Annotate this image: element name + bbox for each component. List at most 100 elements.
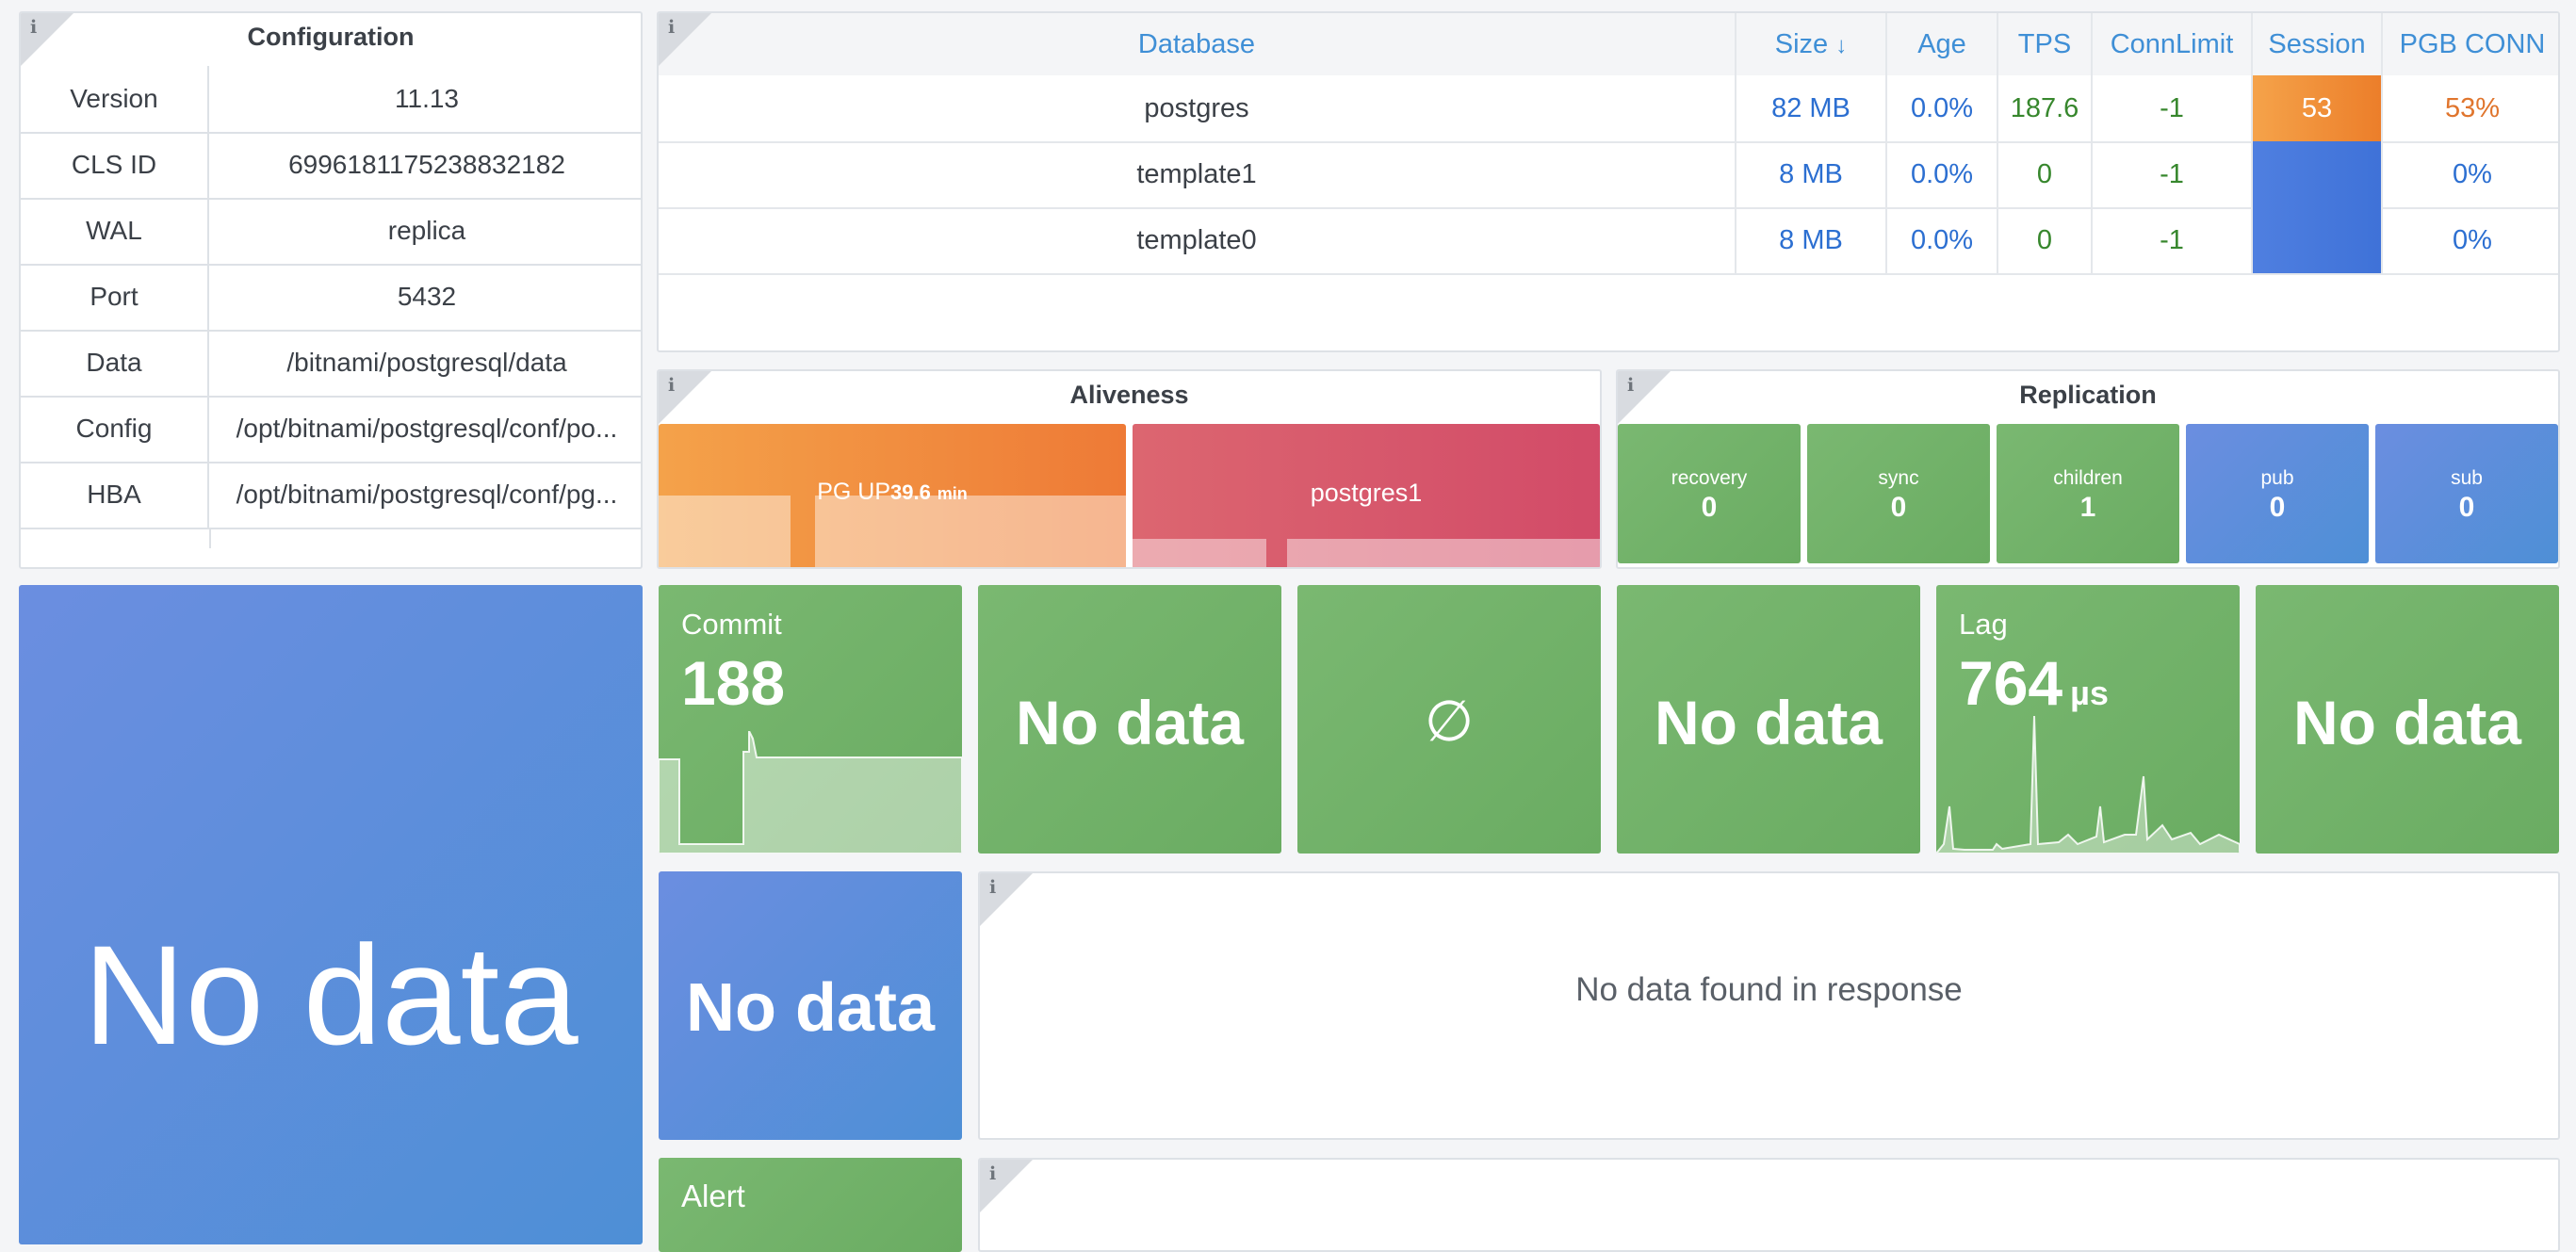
panel-info-corner[interactable] [1618,371,1671,424]
cell-size: 8 MB [1736,207,1887,273]
config-key: WAL [21,198,209,264]
config-row-port: Port 5432 [21,264,641,332]
panel-info-corner[interactable] [659,13,711,66]
no-data-text: No data [83,916,579,1074]
stat-value: 0 [2458,492,2475,523]
column-header-session[interactable]: Session [2253,13,2383,75]
stat-value: 764 [1959,648,2063,718]
pg-up-unit: min [937,484,968,503]
replication-children-tile[interactable]: children 1 [1997,424,2179,563]
stat-label: recovery [1671,467,1748,489]
lag-tile[interactable]: Lag 764 µs [1936,585,2240,854]
no-data-tile-2[interactable]: No data [1617,585,1920,854]
sparkline-bar [815,496,1126,567]
database-table-panel: i Database Size ↓ Age TPS ConnLimit Sess… [657,11,2560,352]
no-data-text: No data [1015,688,1245,757]
instance-tile[interactable]: postgres1 [1133,424,1600,567]
table-row[interactable]: template0 8 MB 0.0% 0 -1 0% [659,207,2558,275]
config-value: /opt/bitnami/postgresql/conf/po... [236,414,618,443]
config-key: HBA [21,462,209,528]
panel-info-corner[interactable] [980,873,1033,926]
sparkline-bar [1133,539,1266,567]
info-icon[interactable]: i [30,17,37,38]
panel-info-corner[interactable] [21,13,73,66]
cell-connlimit: -1 [2093,141,2253,207]
sparkline-bar [659,496,791,567]
cell-age: 0.0% [1887,207,1998,273]
pg-up-readout: PG UP39.6 min [659,479,1126,506]
column-header-tps[interactable]: TPS [1998,13,2093,75]
panel-info-corner[interactable] [980,1160,1033,1212]
big-no-data-tile[interactable]: No data [19,585,643,1244]
cell-database: template1 [659,141,1736,207]
instance-name: postgres1 [1310,479,1423,507]
config-value: /bitnami/postgresql/data [286,348,567,377]
panel-info-corner[interactable] [659,371,711,424]
stat-value: 0 [2269,492,2286,523]
replication-pub-tile[interactable]: pub 0 [2186,424,2369,563]
column-header-age[interactable]: Age [1887,13,1998,75]
replication-sub-tile[interactable]: sub 0 [2375,424,2558,563]
stat-label: children [2053,467,2123,489]
lag-sparkline [1936,715,2240,854]
table-divider [209,528,211,548]
cell-connlimit: -1 [2093,207,2253,273]
stat-value: 0 [1890,492,1907,523]
panel-title: Configuration [247,23,415,51]
config-value: 11.13 [395,84,459,113]
stat-label: sub [2451,467,2483,489]
cell-session [2253,207,2383,273]
pg-up-value: 39.6 [890,480,931,504]
column-header-size[interactable]: Size ↓ [1736,13,1887,75]
cell-pgb-conn: 0% [2453,159,2492,189]
empty-set-icon: ∅ [1424,690,1475,753]
pg-up-label: PG UP [817,479,890,505]
no-data-tile-4[interactable]: No data [659,871,962,1140]
no-data-tile-1[interactable]: No data [978,585,1281,854]
sort-down-arrow-icon: ↓ [1835,33,1848,58]
cell-pgb-conn: 0% [2453,225,2492,255]
cell-age: 0.0% [1887,75,1998,141]
replication-sync-tile[interactable]: sync 0 [1807,424,1990,563]
stat-label: pub [2260,467,2294,489]
alert-tile[interactable]: Alert [659,1158,962,1252]
config-key: Config [21,396,209,462]
cell-database: postgres [659,75,1736,141]
info-icon[interactable]: i [989,1163,996,1184]
replication-recovery-tile[interactable]: recovery 0 [1618,424,1801,563]
pg-up-tile[interactable]: PG UP39.6 min [659,424,1126,567]
stat-label: sync [1878,467,1919,489]
config-row-data: Data /bitnami/postgresql/data [21,330,641,398]
empty-value-tile[interactable]: ∅ [1297,585,1601,854]
commit-tile[interactable]: Commit 188 [659,585,962,854]
lag-readout: 764 µs [1959,647,2109,719]
config-key: Version [21,66,209,132]
no-data-text: No data [1654,688,1883,757]
column-header-pgb-conn[interactable]: PGB CONN [2383,13,2558,75]
table-row[interactable]: template1 8 MB 0.0% 0 -1 0% [659,141,2558,209]
stat-label: Alert [681,1179,745,1213]
config-value: /opt/bitnami/postgresql/conf/pg... [236,480,618,509]
column-header-connlimit[interactable]: ConnLimit [2093,13,2253,75]
info-icon[interactable]: i [1627,375,1634,396]
no-data-message: No data found in response [1575,971,1963,1008]
info-icon[interactable]: i [989,877,996,898]
cell-database: template0 [659,207,1736,273]
config-key: CLS ID [21,132,209,198]
info-icon[interactable]: i [668,17,675,38]
panel-title: Replication [2019,381,2157,409]
config-key: Data [21,330,209,396]
no-data-tile-3[interactable]: No data [2256,585,2559,854]
stat-value: 0 [1701,492,1718,523]
column-header-database[interactable]: Database [659,13,1736,75]
config-row-cls-id: CLS ID 6996181175238832182 [21,132,641,200]
cell-size: 8 MB [1736,141,1887,207]
no-data-text: No data [2292,688,2522,757]
table-row[interactable]: postgres 82 MB 0.0% 187.6 -1 53 53% [659,75,2558,143]
config-value: 6996181175238832182 [288,150,565,179]
info-icon[interactable]: i [668,375,675,396]
cell-pgb-conn: 53% [2444,93,2501,123]
config-row-version: Version 11.13 [21,66,641,134]
cell-tps: 0 [1998,141,2093,207]
cell-tps: 187.6 [1998,75,2093,141]
